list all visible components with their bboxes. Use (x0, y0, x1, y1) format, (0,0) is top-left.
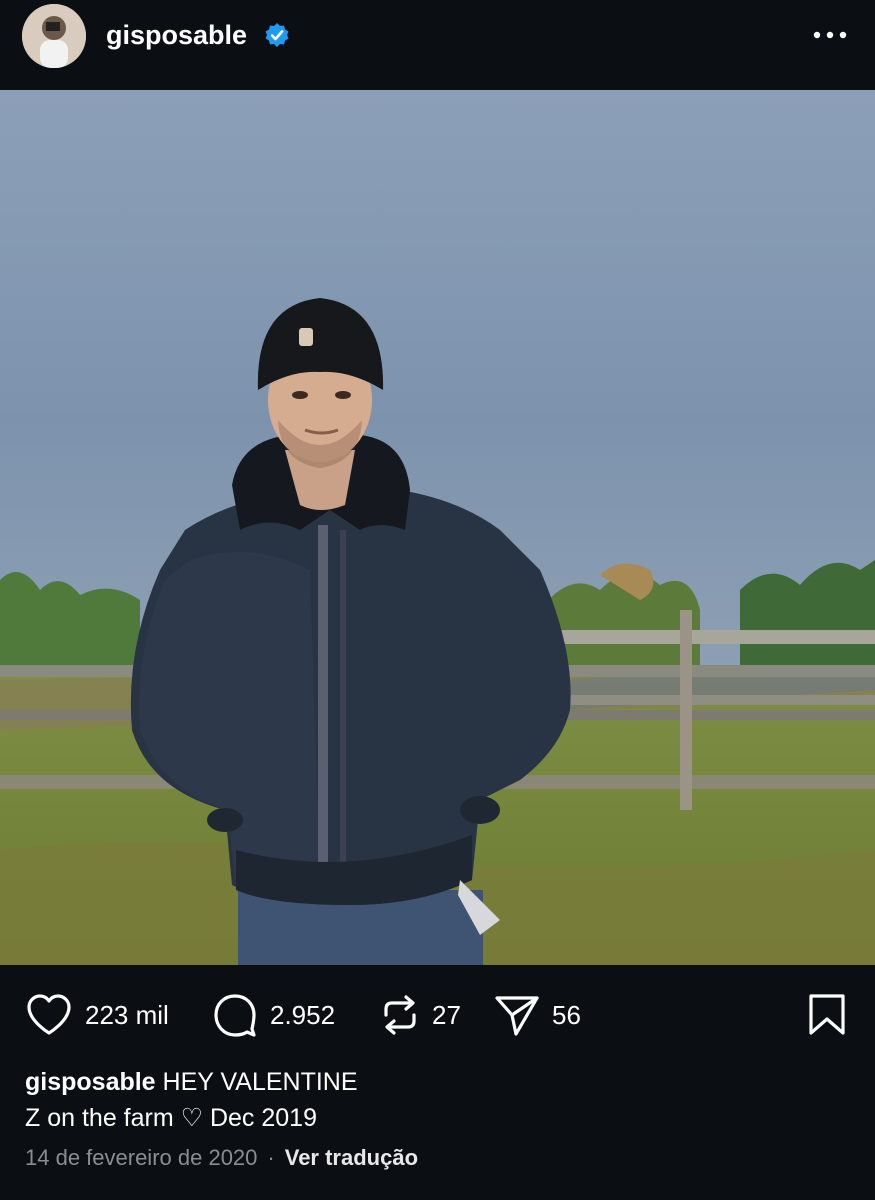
save-button[interactable] (808, 993, 846, 1037)
post-photo[interactable] (0, 90, 875, 965)
post-header: gisposable (0, 0, 875, 90)
likes-count: 223 mil (85, 999, 169, 1030)
comment-icon (214, 994, 256, 1037)
post-image (0, 90, 875, 965)
comments-count: 2.952 (270, 999, 336, 1030)
heart-icon (27, 994, 71, 1035)
share-button[interactable]: 56 (494, 993, 581, 1037)
post-date: 14 de fevereiro de 2020 (25, 1145, 258, 1170)
reposts-count: 27 (432, 999, 461, 1030)
avatar-image (22, 4, 86, 68)
caption-author[interactable]: gisposable (25, 1068, 156, 1096)
shares-count: 56 (552, 999, 581, 1030)
caption-text: HEY VALENTINE (162, 1068, 358, 1096)
bookmark-icon (809, 994, 845, 1035)
avatar[interactable] (22, 4, 86, 68)
post-caption: gisposable HEY VALENTINE Z on the farm ♡… (25, 1064, 358, 1136)
caption-line-1: gisposable HEY VALENTINE (25, 1064, 358, 1100)
more-options-icon[interactable] (813, 30, 847, 40)
repost-icon (384, 995, 416, 1035)
username[interactable]: gisposable (106, 20, 247, 51)
like-button[interactable]: 223 mil (25, 993, 169, 1037)
caption-line-2: Z on the farm ♡ Dec 2019 (25, 1104, 317, 1132)
translate-link[interactable]: Ver tradução (285, 1145, 418, 1170)
send-icon (495, 996, 539, 1036)
verified-badge-icon (265, 23, 289, 47)
meta-separator: · (267, 1145, 275, 1170)
repost-button[interactable]: 27 (380, 993, 461, 1037)
action-bar: 223 mil 2.952 27 56 (0, 965, 875, 1065)
comment-button[interactable]: 2.952 (212, 993, 335, 1037)
post-meta: 14 de fevereiro de 2020 · Ver tradução (25, 1145, 418, 1171)
